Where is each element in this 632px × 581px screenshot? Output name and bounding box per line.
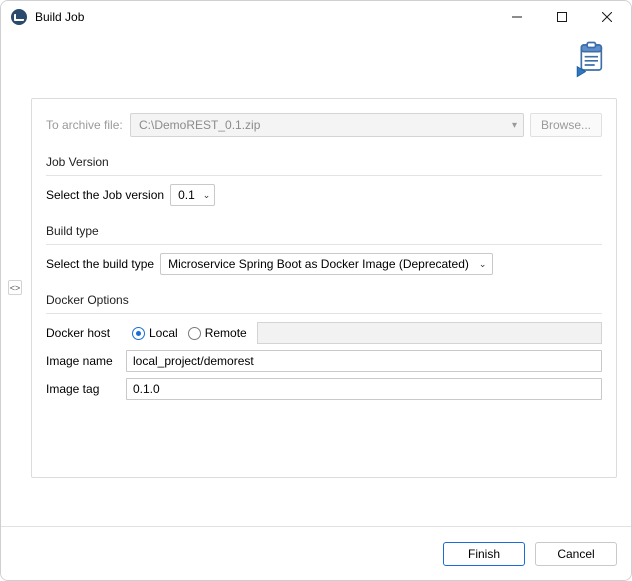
banner xyxy=(1,33,631,88)
job-version-select[interactable]: 0.1 ⌄ xyxy=(170,184,215,206)
archive-row: To archive file: C:\DemoREST_0.1.zip ▾ B… xyxy=(46,113,602,137)
chevron-down-icon: ▾ xyxy=(512,120,517,131)
maximize-button[interactable] xyxy=(539,2,584,32)
build-type-value: Microservice Spring Boot as Docker Image… xyxy=(168,257,469,271)
radio-label: Local xyxy=(149,326,178,340)
image-tag-row: Image tag xyxy=(46,378,602,400)
archive-label: To archive file: xyxy=(46,118,124,132)
wizard-icon xyxy=(573,40,613,80)
maximize-icon xyxy=(557,12,567,22)
docker-host-local-radio[interactable]: Local xyxy=(132,326,178,340)
cancel-button[interactable]: Cancel xyxy=(535,542,617,566)
build-type-label: Select the build type xyxy=(46,257,154,271)
chevron-down-icon: ⌄ xyxy=(479,259,487,270)
docker-host-label: Docker host xyxy=(46,326,120,340)
divider xyxy=(46,313,602,314)
close-icon xyxy=(602,12,612,22)
image-name-label: Image name xyxy=(46,354,120,368)
title-left: Build Job xyxy=(11,9,84,25)
image-name-input[interactable] xyxy=(126,350,602,372)
chevron-down-icon: ⌄ xyxy=(203,190,211,201)
docker-host-remote-radio[interactable]: Remote xyxy=(188,326,247,340)
minimize-button[interactable] xyxy=(494,2,539,32)
minimize-icon xyxy=(512,12,522,22)
archive-file-value: C:\DemoREST_0.1.zip xyxy=(139,118,260,132)
radio-dot-icon xyxy=(188,327,201,340)
image-name-row: Image name xyxy=(46,350,602,372)
titlebar: Build Job xyxy=(1,1,631,33)
divider xyxy=(46,244,602,245)
cancel-button-label: Cancel xyxy=(557,547,594,561)
job-version-section-title: Job Version xyxy=(46,155,602,169)
dialog-window: Build Job <> xyxy=(0,0,632,581)
finish-button-label: Finish xyxy=(468,547,500,561)
finish-button[interactable]: Finish xyxy=(443,542,525,566)
docker-host-radio-group: Local Remote xyxy=(132,326,247,340)
job-version-row: Select the Job version 0.1 ⌄ xyxy=(46,184,602,206)
docker-options-section-title: Docker Options xyxy=(46,293,602,307)
build-type-row: Select the build type Microservice Sprin… xyxy=(46,253,602,275)
docker-host-disabled-field xyxy=(257,322,602,344)
browse-button[interactable]: Browse... xyxy=(530,113,602,137)
build-type-section-title: Build type xyxy=(46,224,602,238)
footer: Finish Cancel xyxy=(1,526,631,580)
divider xyxy=(46,175,602,176)
collapse-handle-label: <> xyxy=(10,283,21,293)
build-type-select[interactable]: Microservice Spring Boot as Docker Image… xyxy=(160,253,493,275)
app-icon xyxy=(11,9,27,25)
job-version-value: 0.1 xyxy=(178,188,195,202)
docker-host-row: Docker host Local Remote xyxy=(46,322,602,344)
radio-label: Remote xyxy=(205,326,247,340)
image-tag-input[interactable] xyxy=(126,378,602,400)
close-button[interactable] xyxy=(584,2,629,32)
window-controls xyxy=(494,2,629,32)
archive-file-combo[interactable]: C:\DemoREST_0.1.zip ▾ xyxy=(130,113,524,137)
main-panel: To archive file: C:\DemoREST_0.1.zip ▾ B… xyxy=(31,98,617,478)
window-title: Build Job xyxy=(35,10,84,24)
body-area: <> To archive file: C:\DemoREST_0.1.zip … xyxy=(1,88,631,488)
radio-dot-icon xyxy=(132,327,145,340)
collapse-handle[interactable]: <> xyxy=(8,280,22,295)
job-version-label: Select the Job version xyxy=(46,188,164,202)
image-tag-label: Image tag xyxy=(46,382,120,396)
browse-button-label: Browse... xyxy=(541,118,591,132)
